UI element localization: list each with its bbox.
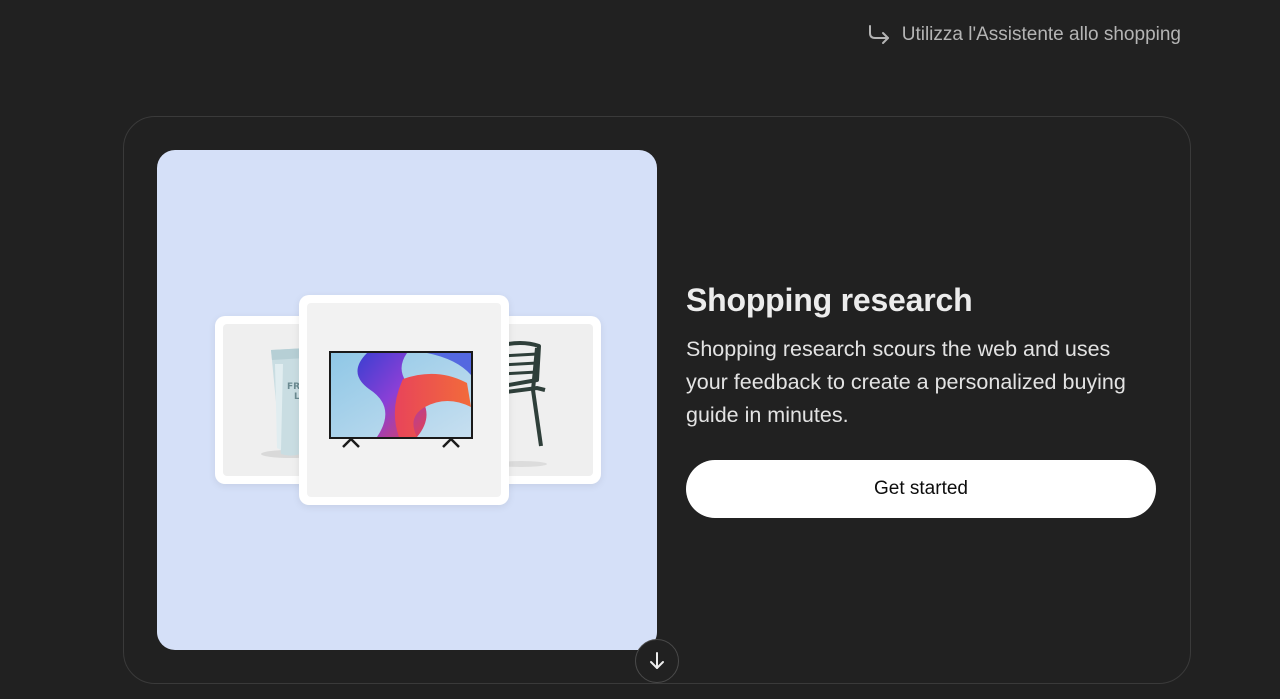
- product-tile-television: [299, 295, 509, 505]
- shopping-assistant-link-label: Utilizza l'Assistente allo shopping: [901, 24, 1181, 45]
- arrow-down-icon: [646, 650, 668, 672]
- promo-text: Shopping research Shopping research scou…: [686, 282, 1166, 432]
- page: Utilizza l'Assistente allo shopping FRO …: [0, 0, 1280, 699]
- promo-title: Shopping research: [686, 282, 973, 318]
- shopping-assistant-link[interactable]: Utilizza l'Assistente allo shopping: [866, 22, 1181, 48]
- get-started-button[interactable]: Get started: [686, 460, 1156, 518]
- arrow-turn-right-icon: [866, 22, 892, 48]
- scroll-down-button[interactable]: [635, 639, 679, 683]
- television-image: [329, 351, 473, 448]
- hero-illustration: FRO LA: [157, 150, 657, 650]
- promo-description: Shopping research scours the web and use…: [686, 337, 1126, 427]
